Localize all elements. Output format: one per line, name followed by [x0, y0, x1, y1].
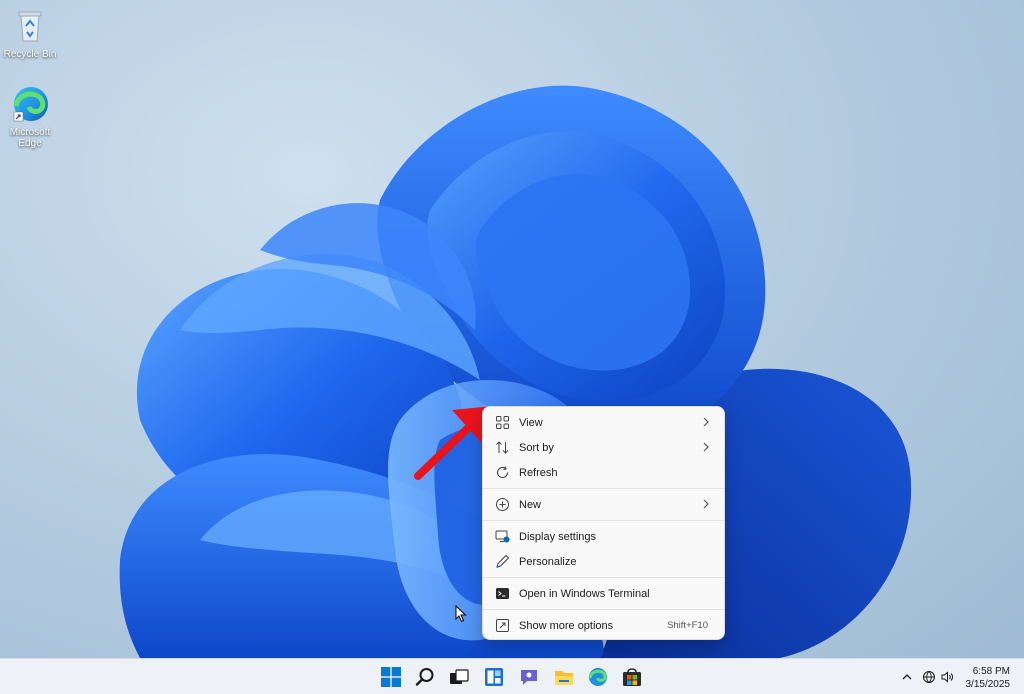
menu-item-label: New — [519, 498, 542, 511]
mouse-cursor-icon — [455, 605, 467, 623]
menu-item-display-settings[interactable]: Display settings — [487, 524, 720, 549]
clock-time: 6:58 PM — [972, 666, 1010, 677]
chevron-right-icon — [703, 417, 709, 427]
taskbar: 6:58 PM 3/15/2025 — [0, 658, 1024, 694]
menu-item-open-terminal[interactable]: Open in Windows Terminal — [487, 581, 720, 606]
taskbar-clock[interactable]: 6:58 PM 3/15/2025 — [966, 665, 1011, 691]
menu-item-label: Refresh — [519, 466, 558, 479]
store-icon[interactable] — [621, 666, 643, 688]
view-grid-icon — [496, 416, 509, 429]
menu-separator — [483, 577, 724, 578]
file-explorer-icon[interactable] — [553, 666, 575, 688]
recycle-bin-icon — [10, 6, 50, 46]
menu-separator — [483, 609, 724, 610]
menu-item-label: Sort by — [519, 441, 554, 454]
clock-date: 3/15/2025 — [965, 679, 1011, 690]
menu-item-refresh[interactable]: Refresh — [487, 460, 720, 485]
shortcut-hint: Shift+F10 — [667, 620, 708, 631]
refresh-icon — [496, 466, 509, 478]
menu-item-sort-by[interactable]: Sort by — [487, 435, 720, 460]
start-icon[interactable] — [380, 666, 402, 688]
menu-item-label: Open in Windows Terminal — [519, 587, 650, 600]
desktop-icon-label: Microsoft Edge — [9, 127, 51, 149]
volume-icon[interactable] — [940, 670, 954, 684]
edge-icon — [10, 84, 50, 124]
menu-separator — [483, 488, 724, 489]
display-icon — [495, 530, 510, 543]
desktop-context-menu: View Sort by Refresh New Display setting… — [482, 406, 725, 640]
menu-item-personalize[interactable]: Personalize — [487, 549, 720, 574]
menu-item-show-more-options[interactable]: Show more options Shift+F10 — [487, 613, 720, 638]
edge-icon[interactable] — [587, 666, 609, 688]
widgets-icon[interactable] — [483, 666, 505, 688]
sort-icon — [496, 441, 509, 454]
menu-item-label: View — [519, 416, 543, 429]
desktop-icon-label: Recycle Bin — [3, 49, 57, 60]
new-plus-icon — [496, 498, 509, 511]
chevron-right-icon — [703, 499, 709, 509]
task-view-icon[interactable] — [448, 666, 470, 688]
menu-item-label: Display settings — [519, 530, 597, 543]
network-icon[interactable] — [922, 670, 936, 684]
menu-item-new[interactable]: New — [487, 492, 720, 517]
desktop-icon-recycle-bin[interactable]: Recycle Bin — [0, 6, 62, 60]
terminal-icon — [496, 588, 509, 599]
menu-separator — [483, 520, 724, 521]
chat-icon[interactable] — [518, 666, 540, 688]
menu-item-view[interactable]: View — [487, 410, 720, 435]
search-icon[interactable] — [414, 666, 436, 688]
more-options-icon — [496, 619, 509, 632]
desktop-icon-microsoft-edge[interactable]: Microsoft Edge — [0, 84, 62, 149]
menu-item-label: Show more options — [519, 619, 614, 632]
chevron-right-icon — [703, 442, 709, 452]
chevron-up-icon[interactable] — [900, 670, 914, 684]
pen-icon — [496, 554, 510, 568]
menu-item-label: Personalize — [519, 555, 577, 568]
